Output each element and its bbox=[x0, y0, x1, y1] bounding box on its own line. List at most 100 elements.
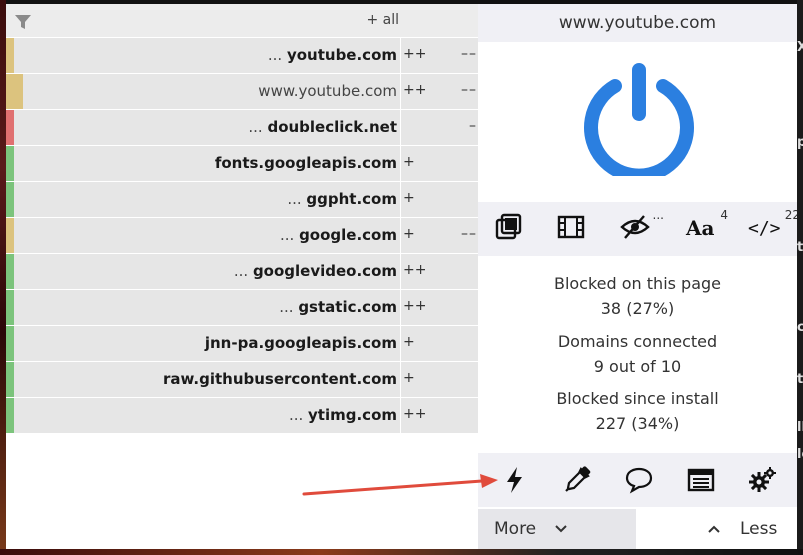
zapper-button[interactable] bbox=[500, 465, 534, 495]
remote-font-badge: 4 bbox=[720, 208, 728, 222]
popup-block-icon bbox=[495, 213, 522, 240]
firewall-row[interactable]: ... google.com + –– bbox=[6, 218, 478, 254]
blocked-install-value: 227 (34%) bbox=[595, 414, 680, 433]
more-button[interactable]: More bbox=[478, 509, 636, 549]
cosmetic-filter-icon bbox=[620, 215, 650, 239]
settings-button[interactable] bbox=[748, 465, 782, 495]
request-count-cell[interactable]: + bbox=[400, 146, 479, 181]
remote-font-icon: Aa bbox=[686, 216, 715, 240]
rule-color-bar bbox=[6, 290, 14, 325]
background-glyph: ll bbox=[797, 420, 803, 435]
allowed-count: ++ bbox=[403, 262, 427, 278]
all-rules-toggle[interactable]: + all bbox=[366, 12, 399, 28]
picker-icon bbox=[565, 466, 591, 492]
request-count-cell[interactable]: + –– bbox=[400, 218, 479, 253]
rule-color-bar bbox=[6, 398, 14, 433]
cosmetic-filter-badge: ... bbox=[652, 208, 664, 222]
allowed-count: + bbox=[403, 226, 415, 242]
domain-name: ... ggpht.com bbox=[287, 190, 397, 208]
background-page-bottom bbox=[0, 549, 803, 555]
less-button[interactable]: Less bbox=[636, 509, 797, 549]
request-count-cell[interactable]: ++ bbox=[400, 398, 479, 433]
request-count-cell[interactable]: + bbox=[400, 326, 479, 361]
zapper-icon bbox=[507, 467, 522, 493]
report-button[interactable] bbox=[624, 465, 658, 495]
background-glyph: t bbox=[797, 240, 803, 255]
rule-color-bar bbox=[6, 146, 14, 181]
blocked-install-label: Blocked since install bbox=[556, 389, 719, 408]
background-glyph: le bbox=[797, 447, 803, 462]
domains-value: 9 out of 10 bbox=[593, 357, 682, 376]
background-glyph: c bbox=[797, 320, 803, 335]
rule-color-bar bbox=[6, 182, 14, 217]
domain-name: ... gstatic.com bbox=[279, 298, 397, 316]
background-glyph: X bbox=[797, 40, 803, 55]
javascript-badge: 22 bbox=[784, 208, 797, 222]
domain-name: www.youtube.com bbox=[258, 82, 397, 100]
domain-name: raw.githubusercontent.com bbox=[162, 370, 397, 388]
more-label: More bbox=[494, 519, 537, 539]
media-block-button[interactable] bbox=[556, 212, 596, 246]
annotation-arrow bbox=[302, 474, 498, 496]
allowed-count: + bbox=[403, 334, 415, 350]
action-toolbar bbox=[478, 453, 797, 507]
filter-icon[interactable] bbox=[14, 13, 32, 35]
domain-name: ... youtube.com bbox=[267, 46, 397, 64]
allowed-count: + bbox=[403, 190, 415, 206]
logger-icon bbox=[687, 468, 715, 492]
rule-color-bar bbox=[6, 218, 14, 253]
background-glyph: t bbox=[797, 372, 803, 387]
domain-name: ... doubleclick.net bbox=[248, 118, 397, 136]
chevron-down-icon bbox=[555, 525, 567, 533]
allowed-count: + bbox=[403, 154, 415, 170]
cosmetic-filter-button[interactable]: ... bbox=[620, 208, 664, 246]
firewall-row[interactable]: ... ggpht.com + bbox=[6, 182, 478, 218]
firewall-row[interactable]: ... gstatic.com ++ bbox=[6, 290, 478, 326]
popup-block-button[interactable] bbox=[494, 212, 534, 246]
background-glyph: p bbox=[797, 135, 803, 150]
domains-label: Domains connected bbox=[557, 332, 718, 351]
blocked-page-label: Blocked on this page bbox=[553, 274, 722, 293]
javascript-button[interactable]: </> 22 bbox=[748, 208, 797, 246]
power-icon bbox=[584, 63, 694, 183]
logger-button[interactable] bbox=[686, 465, 720, 495]
settings-icon bbox=[749, 467, 776, 492]
request-count-cell[interactable]: ++ bbox=[400, 254, 479, 289]
request-count-cell[interactable]: ++ –– bbox=[400, 74, 479, 109]
request-count-cell[interactable]: + bbox=[400, 182, 479, 217]
firewall-row[interactable]: ... youtube.com ++ –– bbox=[6, 38, 478, 74]
allowed-count: ++ bbox=[403, 46, 427, 62]
hostname: www.youtube.com bbox=[478, 4, 797, 42]
ublock-popup: + all ... youtube.com ++ –– www.youtube.com… bbox=[6, 4, 797, 549]
request-count-cell[interactable]: + bbox=[400, 362, 479, 397]
per-site-switches: ... Aa 4 </> 22 bbox=[478, 202, 797, 256]
request-count-cell[interactable]: ++ bbox=[400, 290, 479, 325]
main-panel: www.youtube.com ... Aa 4 </> 22 Blocked … bbox=[478, 4, 797, 549]
blocked-page-value: 38 (27%) bbox=[600, 299, 675, 318]
domain-name: ... googlevideo.com bbox=[233, 262, 397, 280]
blocked-count: –– bbox=[461, 226, 477, 242]
firewall-row[interactable]: raw.githubusercontent.com + bbox=[6, 362, 478, 398]
blocked-count: –– bbox=[461, 82, 477, 98]
report-icon bbox=[625, 467, 653, 494]
firewall-row[interactable]: ... googlevideo.com ++ bbox=[6, 254, 478, 290]
rule-color-bar bbox=[6, 362, 14, 397]
remote-font-button[interactable]: Aa 4 bbox=[684, 208, 728, 246]
rule-color-bar bbox=[6, 254, 14, 289]
domain-name: ... ytimg.com bbox=[288, 406, 397, 424]
firewall-row[interactable]: fonts.googleapis.com + bbox=[6, 146, 478, 182]
picker-button[interactable] bbox=[562, 465, 596, 495]
firewall-row[interactable]: jnn-pa.googleapis.com + bbox=[6, 326, 478, 362]
firewall-row[interactable]: ... ytimg.com ++ bbox=[6, 398, 478, 434]
allowed-count: ++ bbox=[403, 406, 427, 422]
allowed-count: ++ bbox=[403, 82, 427, 98]
firewall-row[interactable]: ... doubleclick.net – bbox=[6, 110, 478, 146]
power-button[interactable] bbox=[582, 62, 696, 183]
blocked-count: – bbox=[469, 118, 477, 134]
rule-color-bar bbox=[6, 38, 14, 73]
firewall-row[interactable]: www.youtube.com ++ –– bbox=[6, 74, 478, 110]
request-count-cell[interactable]: – bbox=[400, 110, 479, 145]
media-block-icon bbox=[557, 215, 585, 239]
request-count-cell[interactable]: ++ –– bbox=[400, 38, 479, 73]
domain-name: ... google.com bbox=[279, 226, 397, 244]
